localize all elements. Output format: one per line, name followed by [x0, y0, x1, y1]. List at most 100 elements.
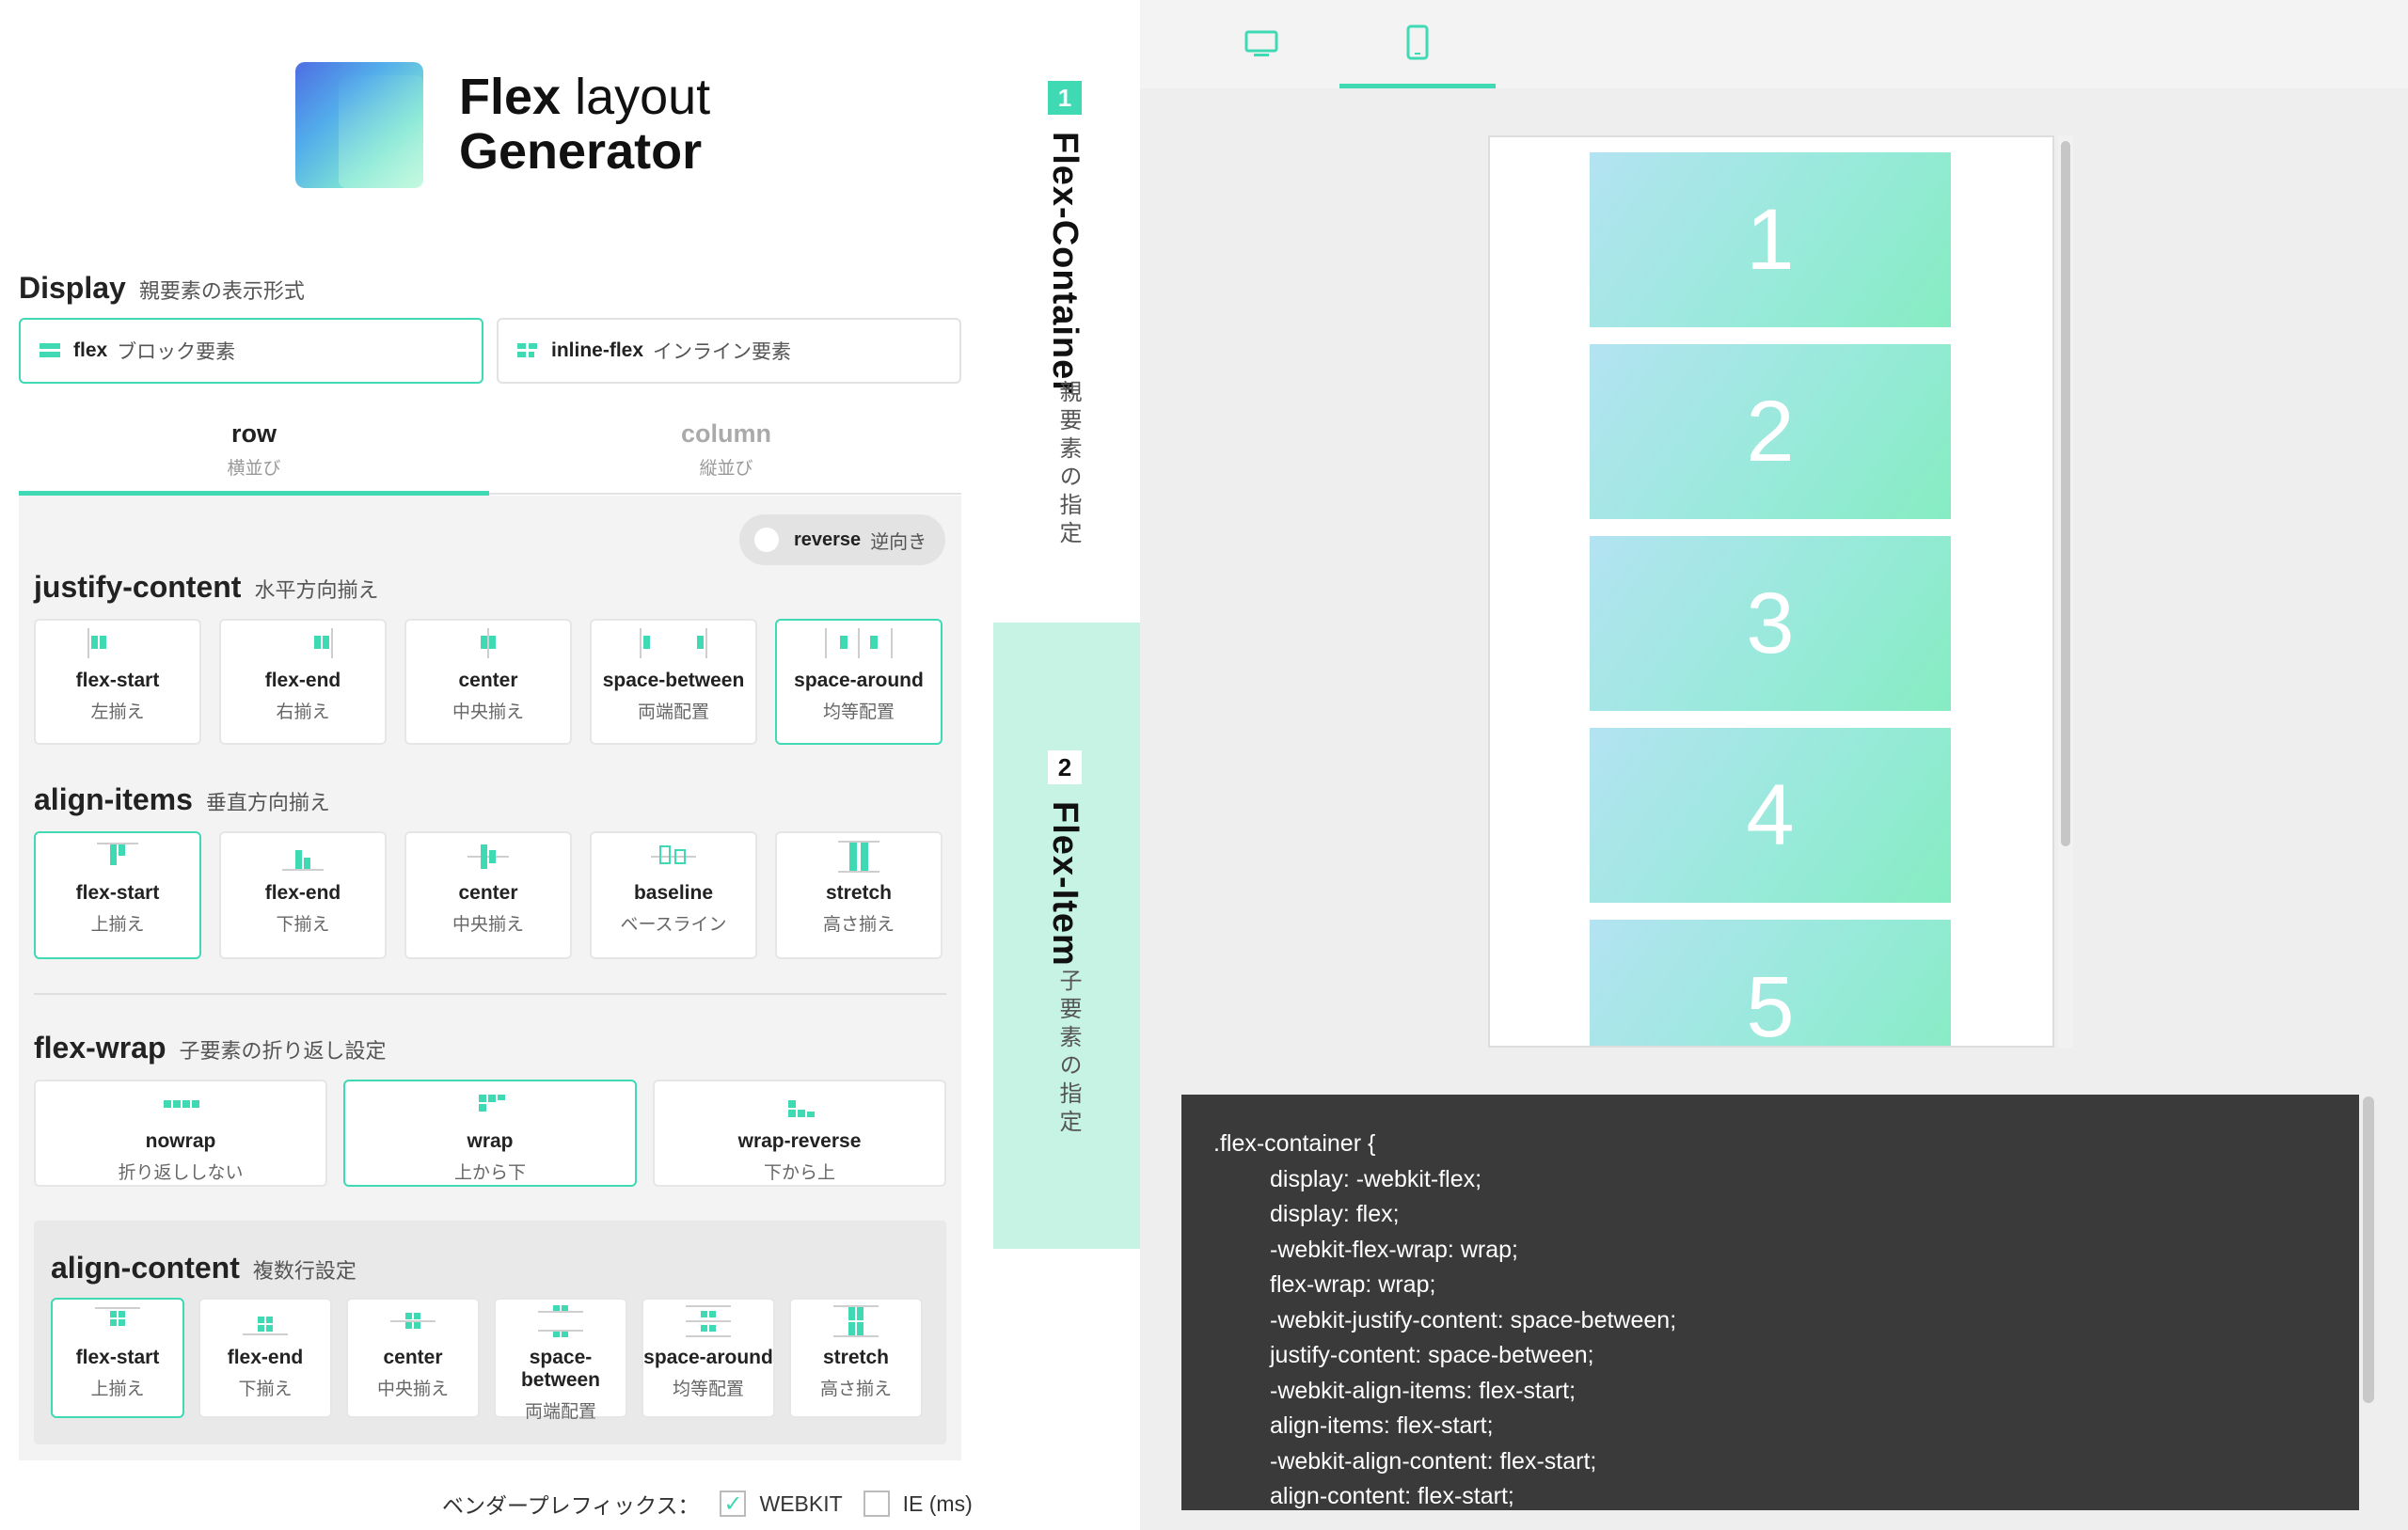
content-center-icon [390, 1313, 436, 1329]
align-content-subtitle: 複数行設定 [252, 1259, 356, 1283]
align-items-option-stretch[interactable]: stretch 高さ揃え [775, 831, 943, 959]
flex-wrap-title: flex-wrap [34, 1031, 166, 1065]
tab-flex-item-number: 2 [1048, 750, 1082, 784]
flex-wrap-option-jp: 下から上 [763, 1163, 835, 1183]
code-line: align-content: flex-start; [1270, 1483, 1514, 1509]
ie-label: IE (ms) [902, 1491, 973, 1516]
display-inline-flex-button[interactable]: inline-flex インライン要素 [497, 318, 961, 384]
align-content-option-flex-start[interactable]: flex-start 上揃え [51, 1298, 184, 1418]
flex-wrap-option-nowrap[interactable]: nowrap 折り返ししない [34, 1080, 327, 1187]
align-content-option-stretch[interactable]: stretch 高さ揃え [789, 1298, 923, 1418]
tab-column[interactable]: column 縦並び [491, 419, 961, 480]
align-items-option-flex-end[interactable]: flex-end 下揃え [219, 831, 387, 959]
justify-space-around-icon [825, 628, 893, 658]
flex-wrap-option-wrap-reverse[interactable]: wrap-reverse 下から上 [653, 1080, 946, 1187]
display-flex-jp: ブロック要素 [117, 341, 236, 363]
align-content-option-label: stretch [822, 1347, 890, 1368]
logo-word-flex: Flex [459, 69, 562, 125]
logo-icon-overlay [339, 75, 423, 188]
display-flex-button[interactable]: flex ブロック要素 [19, 318, 483, 384]
align-content-option-space-around[interactable]: space-around 均等配置 [642, 1298, 775, 1418]
section-divider [34, 993, 946, 995]
code-line: flex-wrap: wrap; [1270, 1271, 1436, 1298]
align-content-option-label: flex-end [227, 1347, 304, 1368]
smartphone-icon [1406, 24, 1429, 59]
align-content-option-jp: 両端配置 [524, 1402, 596, 1422]
align-content-option-jp: 下揃え [238, 1380, 293, 1399]
align-content-option-jp: 均等配置 [672, 1380, 744, 1399]
flex-wrap-option-label: wrap [467, 1130, 514, 1152]
justify-content-option-space-between[interactable]: space-between 両端配置 [590, 619, 757, 745]
code-line: display: flex; [1270, 1201, 1400, 1227]
tab-flex-item-title: Flex-Item [1045, 801, 1085, 967]
tab-flex-container-title: Flex-Container [1045, 132, 1085, 396]
tab-column-label: column [680, 419, 771, 448]
align-items-option-label: stretch [825, 882, 893, 904]
smartphone-tab[interactable] [1339, 0, 1496, 88]
align-flex-end-icon [282, 850, 324, 871]
webkit-label: WEBKIT [759, 1491, 843, 1516]
flex-wrap-subtitle: 子要素の折り返し設定 [179, 1039, 387, 1063]
preview-item: 2 [1590, 344, 1951, 519]
align-items-subtitle: 垂直方向揃え [205, 791, 330, 814]
tab-row[interactable]: row 横並び [19, 419, 489, 480]
content-flex-start-icon [95, 1307, 140, 1326]
align-content-option-flex-end[interactable]: flex-end 下揃え [198, 1298, 332, 1418]
webkit-checkbox[interactable]: ✓ [720, 1491, 747, 1517]
display-title: Display [19, 271, 126, 305]
flex-wrap-heading: flex-wrap 子要素の折り返し設定 [34, 1031, 387, 1065]
justify-content-option-label: flex-end [264, 670, 341, 691]
preview-item: 1 [1590, 152, 1951, 327]
content-space-between-icon [538, 1305, 583, 1337]
flex-preview-frame: 1 2 3 4 5 [1488, 135, 2054, 1048]
code-line: display: -webkit-flex; [1270, 1165, 1482, 1192]
preview-item: 5 [1590, 920, 1951, 1046]
wrap-reverse-icon [788, 1100, 815, 1117]
align-center-icon [467, 844, 509, 869]
align-items-title: align-items [34, 782, 193, 816]
align-content-option-space-between[interactable]: space-between 両端配置 [494, 1298, 627, 1422]
justify-content-option-label: space-around [794, 670, 924, 691]
vendor-prefix-label: ベンダープレフィックス： [442, 1493, 700, 1518]
reverse-toggle[interactable]: reverse 逆向き [739, 514, 946, 565]
display-heading: Display 親要素の表示形式 [19, 271, 305, 306]
code-line: align-items: flex-start; [1270, 1412, 1494, 1439]
align-content-option-label: space-around [643, 1347, 773, 1368]
justify-flex-end-icon [314, 628, 333, 658]
vendor-prefix-row: ベンダープレフィックス： ✓ WEBKIT IE (ms) [442, 1488, 973, 1520]
code-line: -webkit-justify-content: space-between; [1270, 1306, 1677, 1333]
align-items-option-baseline[interactable]: baseline ベースライン [590, 831, 757, 959]
align-items-option-jp: 上揃え [90, 915, 145, 935]
align-items-option-jp: 中央揃え [452, 915, 524, 935]
align-content-option-label: center [383, 1347, 443, 1368]
justify-content-option-flex-end[interactable]: flex-end 右揃え [219, 619, 387, 745]
code-line: justify-content: space-between; [1270, 1342, 1594, 1368]
align-items-option-flex-start[interactable]: flex-start 上揃え [34, 831, 201, 959]
justify-content-heading: justify-content 水平方向揃え [34, 570, 378, 605]
logo-word-layout: layout [561, 69, 711, 125]
justify-content-title: justify-content [34, 570, 242, 604]
app-logo-text: Flex layout Generator [459, 70, 710, 179]
flex-wrap-option-wrap[interactable]: wrap 上から下 [343, 1080, 637, 1187]
align-items-option-label: center [458, 882, 518, 904]
ie-checkbox[interactable] [863, 1491, 890, 1517]
justify-content-option-center[interactable]: center 中央揃え [404, 619, 572, 745]
css-code-output[interactable]: .flex-container { display: -webkit-flex;… [1181, 1095, 2359, 1510]
align-items-option-label: flex-end [264, 882, 341, 904]
align-baseline-icon [651, 845, 696, 864]
tab-row-label: row [230, 419, 277, 448]
justify-content-option-space-around[interactable]: space-around 均等配置 [775, 619, 943, 745]
code-selector: .flex-container { [1213, 1130, 1376, 1157]
display-subtitle: 親要素の表示形式 [138, 279, 305, 303]
block-icon [40, 343, 60, 358]
align-items-option-label: baseline [633, 882, 714, 904]
code-scrollbar[interactable] [2363, 1096, 2374, 1403]
toggle-knob[interactable] [754, 528, 779, 552]
justify-content-option-jp: 中央揃え [452, 702, 524, 722]
preview-scroll-thumb[interactable] [2061, 141, 2070, 846]
align-items-option-center[interactable]: center 中央揃え [404, 831, 572, 959]
align-content-option-center[interactable]: center 中央揃え [346, 1298, 480, 1418]
justify-content-option-flex-start[interactable]: flex-start 左揃え [34, 619, 201, 745]
align-content-heading: align-content 複数行設定 [51, 1251, 356, 1286]
desktop-tab[interactable] [1183, 0, 1339, 88]
